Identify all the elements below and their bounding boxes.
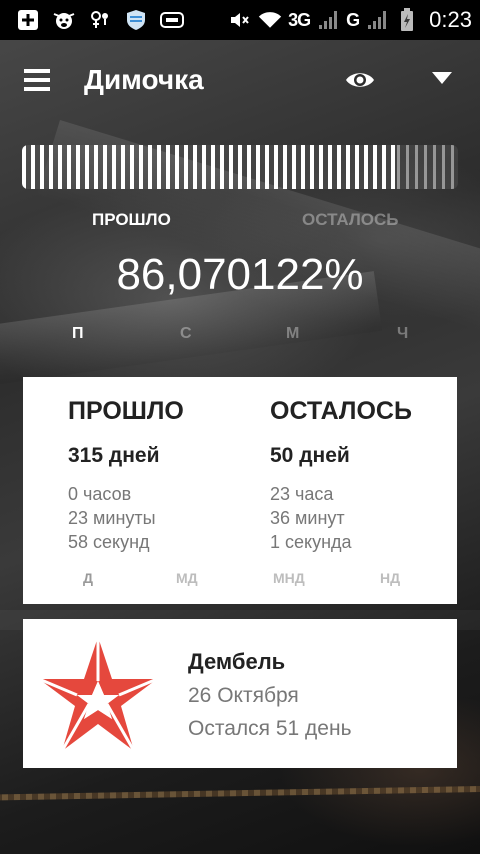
wifi-icon (258, 8, 282, 32)
page-title: Димочка (84, 64, 204, 95)
plus-square-icon (16, 8, 40, 32)
stats-card: ПРОШЛО 315 дней 0 часов 23 минуты 58 сек… (23, 377, 457, 604)
signal-icon (316, 8, 340, 32)
remaining-days: 50 дней (270, 444, 350, 467)
shield-icon (124, 8, 148, 32)
event-remaining: Остался 51 день (188, 717, 352, 740)
battery-charging-icon (395, 8, 419, 32)
passed-days: 315 дней (68, 444, 160, 467)
percent-value: 86,070122% (116, 250, 364, 299)
passed-heading: ПРОШЛО (68, 397, 184, 425)
remaining-minutes: 36 минут (270, 508, 345, 528)
tab-passed[interactable]: ПРОШЛО (92, 210, 171, 230)
unit-ch[interactable]: Ч (397, 325, 408, 343)
progress-remaining (397, 145, 458, 189)
unit-m[interactable]: М (286, 325, 299, 343)
chevron-down-icon[interactable] (430, 68, 454, 88)
event-card[interactable]: Дембель 26 Октября Остался 51 день (23, 619, 457, 768)
passed-hours: 0 часов (68, 484, 132, 504)
signal-icon (365, 8, 389, 32)
carrier-label: G (346, 9, 360, 30)
mute-icon (228, 8, 252, 32)
status-bar: 3G G 0:23 (0, 0, 480, 40)
network-type: 3G (288, 9, 311, 30)
mode-d[interactable]: Д (83, 570, 93, 586)
notification-icon (88, 8, 112, 32)
tab-remaining[interactable]: ОСТАЛОСЬ (302, 210, 399, 230)
unit-s[interactable]: С (180, 325, 192, 343)
eye-icon[interactable] (344, 66, 376, 94)
passed-seconds: 58 секунд (68, 532, 150, 552)
progress-bar (22, 145, 458, 189)
progress-fill (22, 145, 398, 189)
unit-p[interactable]: П (72, 325, 84, 343)
clock: 0:23 (429, 7, 472, 32)
cow-icon (52, 8, 76, 32)
red-star-icon (37, 635, 159, 753)
menu-icon[interactable] (24, 66, 58, 94)
gamepad-icon (160, 8, 184, 32)
app-bar: Димочка (0, 52, 480, 108)
mode-mnd[interactable]: МНД (273, 570, 305, 586)
remaining-seconds: 1 секунда (270, 532, 352, 552)
mode-nd[interactable]: НД (380, 570, 400, 586)
mode-md[interactable]: МД (176, 570, 198, 586)
passed-column: ПРОШЛО 315 дней 0 часов 23 минуты 58 сек… (68, 397, 184, 554)
event-title: Дембель (188, 649, 286, 674)
remaining-column: ОСТАЛОСЬ 50 дней 23 часа 36 минут 1 секу… (270, 397, 412, 554)
remaining-heading: ОСТАЛОСЬ (270, 397, 412, 425)
passed-minutes: 23 минуты (68, 508, 156, 528)
event-date: 26 Октября (188, 684, 299, 707)
remaining-hours: 23 часа (270, 484, 334, 504)
